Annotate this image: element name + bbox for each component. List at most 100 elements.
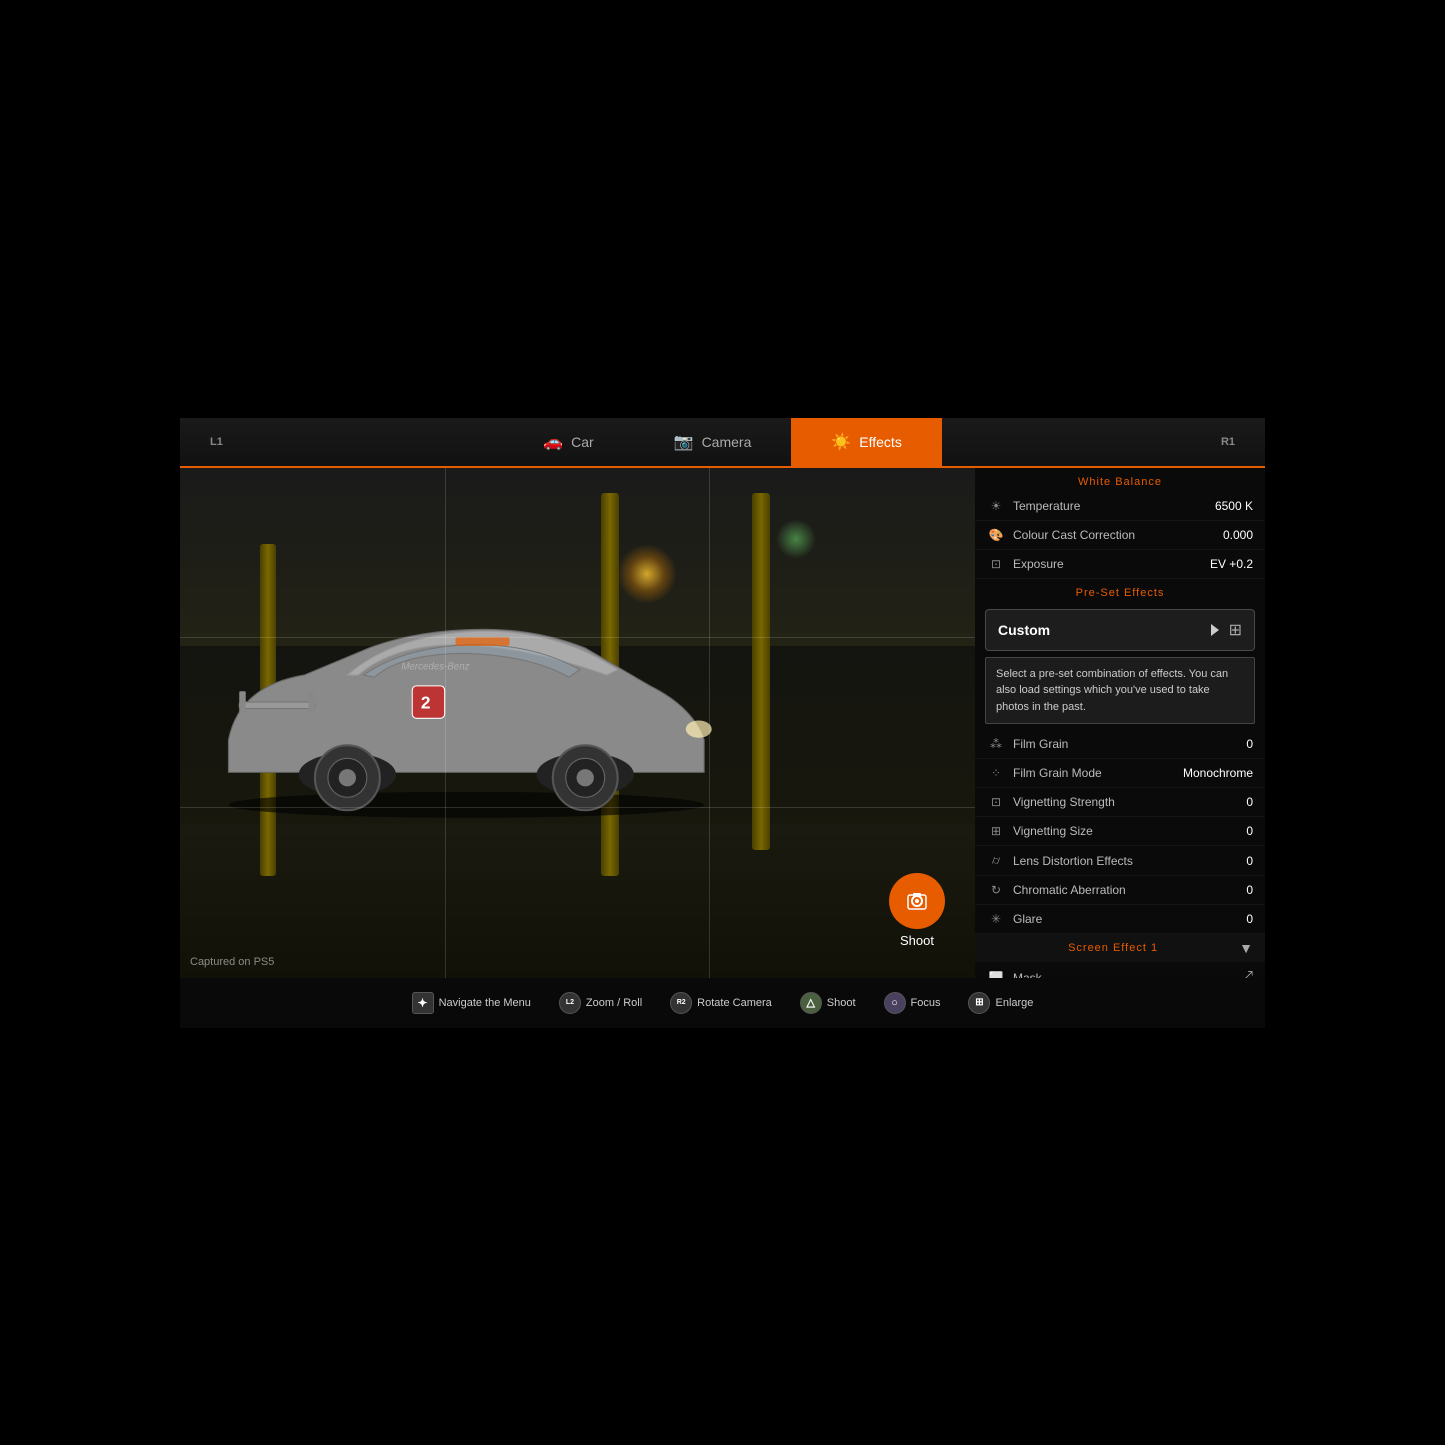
film-grain-mode-row[interactable]: ⁘ Film Grain Mode Monochrome bbox=[975, 759, 1265, 788]
film-grain-mode-icon: ⁘ bbox=[987, 766, 1005, 780]
temperature-value: 6500 K bbox=[1215, 499, 1253, 513]
glare-label: Glare bbox=[1013, 912, 1246, 926]
ctrl-navigate: ✦ Navigate the Menu bbox=[412, 992, 531, 1014]
lens-distortion-icon: ⌭ bbox=[987, 853, 1005, 868]
ctrl-enlarge: ⊞ Enlarge bbox=[968, 992, 1033, 1014]
light-2 bbox=[776, 519, 816, 559]
ctrl-focus-label: Focus bbox=[911, 997, 941, 1009]
chromatic-aberration-label: Chromatic Aberration bbox=[1013, 883, 1246, 897]
svg-text:2: 2 bbox=[421, 692, 431, 712]
film-grain-mode-label: Film Grain Mode bbox=[1013, 766, 1183, 780]
white-balance-header: White Balance bbox=[975, 468, 1265, 492]
tab-camera[interactable]: 📷 Camera bbox=[634, 418, 792, 466]
mask-expand-icon: ⤢ bbox=[1240, 969, 1253, 978]
film-grain-row[interactable]: ⁂ Film Grain 0 bbox=[975, 730, 1265, 759]
tab-car[interactable]: 🚗 Car bbox=[503, 418, 633, 466]
preset-effects-header: Pre-Set Effects bbox=[975, 579, 1265, 603]
main-content: 2 Mercedes-Benz Captured bbox=[180, 468, 1265, 978]
ctrl-rotate-label: Rotate Camera bbox=[697, 997, 772, 1009]
top-nav: L1 🚗 Car 📷 Camera ☀️ Effects R1 bbox=[180, 418, 1265, 468]
glare-row[interactable]: ✳ Glare 0 bbox=[975, 905, 1265, 934]
mask-row[interactable]: ⬜ Mask ⤢ bbox=[975, 962, 1265, 978]
vignetting-size-row[interactable]: ⊞ Vignetting Size 0 bbox=[975, 817, 1265, 846]
ctrl-focus-btn: ○ bbox=[884, 992, 906, 1014]
cursor-arrow bbox=[1211, 624, 1221, 636]
car-svg: 2 Mercedes-Benz bbox=[196, 580, 737, 835]
lens-distortion-value: 0 bbox=[1246, 854, 1253, 868]
screen-effect-1-title: Screen Effect 1 bbox=[987, 942, 1239, 954]
svg-text:Mercedes-Benz: Mercedes-Benz bbox=[401, 661, 469, 672]
ps5-watermark: Captured on PS5 bbox=[190, 956, 274, 968]
colour-cast-label: Colour Cast Correction bbox=[1013, 528, 1223, 542]
ctrl-navigate-label: Navigate the Menu bbox=[439, 997, 531, 1009]
garage-bg: 2 Mercedes-Benz bbox=[180, 468, 975, 978]
vignetting-strength-label: Vignetting Strength bbox=[1013, 795, 1246, 809]
ctrl-rotate: R2 Rotate Camera bbox=[670, 992, 772, 1014]
game-container: L1 🚗 Car 📷 Camera ☀️ Effects R1 bbox=[180, 418, 1265, 1028]
right-panel: White Balance ☀ Temperature 6500 K 🎨 Col… bbox=[975, 468, 1265, 978]
preset-dropdown[interactable]: Custom ⊞ bbox=[985, 609, 1255, 651]
screen-effect-1-section: Screen Effect 1 ▼ bbox=[975, 934, 1265, 962]
temperature-icon: ☀ bbox=[987, 499, 1005, 513]
ctrl-shoot-btn: △ bbox=[800, 992, 822, 1014]
film-grain-icon: ⁂ bbox=[987, 737, 1005, 751]
tooltip-box: Select a pre-set combination of effects.… bbox=[985, 657, 1255, 725]
camera-icon: 📷 bbox=[674, 432, 694, 452]
colour-cast-row[interactable]: 🎨 Colour Cast Correction 0.000 bbox=[975, 521, 1265, 550]
trigger-l1[interactable]: L1 bbox=[210, 436, 223, 448]
temperature-row[interactable]: ☀ Temperature 6500 K bbox=[975, 492, 1265, 521]
tab-camera-label: Camera bbox=[702, 434, 752, 450]
screen-effect-collapse-icon[interactable]: ▼ bbox=[1239, 940, 1253, 956]
ctrl-zoom-btn: L2 bbox=[559, 992, 581, 1014]
lens-distortion-row[interactable]: ⌭ Lens Distortion Effects 0 bbox=[975, 846, 1265, 876]
camera-shoot-icon bbox=[905, 889, 929, 913]
chromatic-aberration-row[interactable]: ↻ Chromatic Aberration 0 bbox=[975, 876, 1265, 905]
shoot-button[interactable]: Shoot bbox=[889, 873, 945, 948]
colour-cast-value: 0.000 bbox=[1223, 528, 1253, 542]
vignetting-size-icon: ⊞ bbox=[987, 824, 1005, 838]
exposure-label: Exposure bbox=[1013, 557, 1210, 571]
glare-value: 0 bbox=[1246, 912, 1253, 926]
tab-car-label: Car bbox=[571, 434, 594, 450]
vignetting-size-label: Vignetting Size bbox=[1013, 824, 1246, 838]
glare-icon: ✳ bbox=[987, 912, 1005, 926]
ctrl-navigate-btn: ✦ bbox=[412, 992, 434, 1014]
lens-distortion-label: Lens Distortion Effects bbox=[1013, 854, 1246, 868]
film-grain-label: Film Grain bbox=[1013, 737, 1246, 751]
ctrl-shoot-label: Shoot bbox=[827, 997, 856, 1009]
trigger-r1[interactable]: R1 bbox=[1221, 436, 1235, 448]
ctrl-zoom: L2 Zoom / Roll bbox=[559, 992, 642, 1014]
exposure-value: EV +0.2 bbox=[1210, 557, 1253, 571]
grid-icon: ⊞ bbox=[1229, 620, 1242, 640]
temperature-label: Temperature bbox=[1013, 499, 1215, 513]
shoot-circle-icon bbox=[889, 873, 945, 929]
tooltip-text: Select a pre-set combination of effects.… bbox=[996, 668, 1228, 713]
chromatic-aberration-icon: ↻ bbox=[987, 883, 1005, 897]
colour-cast-icon: 🎨 bbox=[987, 528, 1005, 542]
car-viewport: 2 Mercedes-Benz Captured bbox=[180, 468, 975, 978]
vignetting-size-value: 0 bbox=[1246, 824, 1253, 838]
vignetting-strength-value: 0 bbox=[1246, 795, 1253, 809]
ctrl-enlarge-btn: ⊞ bbox=[968, 992, 990, 1014]
bottom-bar: ✦ Navigate the Menu L2 Zoom / Roll R2 Ro… bbox=[180, 978, 1265, 1028]
ctrl-shoot: △ Shoot bbox=[800, 992, 856, 1014]
effects-icon: ☀️ bbox=[831, 432, 851, 452]
exposure-row[interactable]: ⊡ Exposure EV +0.2 bbox=[975, 550, 1265, 579]
film-grain-mode-value: Monochrome bbox=[1183, 766, 1253, 780]
vignetting-strength-row[interactable]: ⊡ Vignetting Strength 0 bbox=[975, 788, 1265, 817]
floor bbox=[180, 825, 975, 978]
tab-effects-label: Effects bbox=[859, 434, 902, 450]
tab-effects[interactable]: ☀️ Effects bbox=[791, 418, 941, 466]
vignetting-strength-icon: ⊡ bbox=[987, 795, 1005, 809]
preset-selected-label: Custom bbox=[998, 622, 1211, 638]
car-icon: 🚗 bbox=[543, 432, 563, 452]
shoot-label: Shoot bbox=[900, 933, 934, 948]
chromatic-aberration-value: 0 bbox=[1246, 883, 1253, 897]
ctrl-enlarge-label: Enlarge bbox=[995, 997, 1033, 1009]
ctrl-rotate-btn: R2 bbox=[670, 992, 692, 1014]
ctrl-zoom-label: Zoom / Roll bbox=[586, 997, 642, 1009]
exposure-icon: ⊡ bbox=[987, 557, 1005, 571]
pillar-2 bbox=[752, 493, 770, 850]
ctrl-focus: ○ Focus bbox=[884, 992, 941, 1014]
film-grain-value: 0 bbox=[1246, 737, 1253, 751]
